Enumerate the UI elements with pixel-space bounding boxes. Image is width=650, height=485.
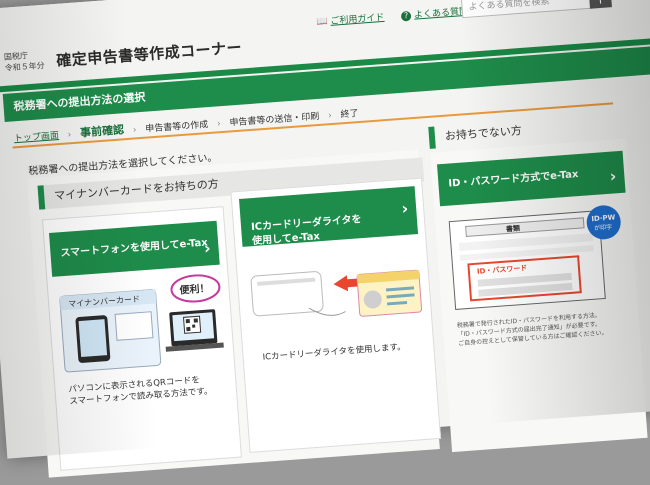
chevron-right-icon: › bbox=[216, 119, 222, 130]
search-input[interactable]: よくある質問を検索 bbox=[460, 0, 595, 19]
icreader-illustration bbox=[250, 269, 423, 317]
breadcrumb-home[interactable]: トップ画面 bbox=[14, 131, 60, 144]
chevron-right-icon: › bbox=[327, 110, 333, 122]
book-icon: 📖 bbox=[315, 17, 328, 28]
search-button[interactable]: ⚲ bbox=[588, 0, 612, 9]
header-links: 📖 ご利用ガイド ? よくある質問 bbox=[316, 3, 483, 28]
agency-label: 国税庁 令和５年分 bbox=[4, 49, 46, 74]
search-icon: ⚲ bbox=[595, 0, 605, 5]
page: 国税庁 令和５年分 確定申告書等作成コーナー 📖 ご利用ガイド ? よくある質問 よ… bbox=[0, 0, 650, 478]
svg-text:が印字: が印字 bbox=[594, 223, 613, 232]
faq-link-label: よくある質問 bbox=[413, 6, 469, 21]
chevron-right-icon: › bbox=[400, 198, 409, 219]
breadcrumb-current: 事前確認 bbox=[79, 123, 125, 140]
question-icon: ? bbox=[400, 10, 412, 22]
breadcrumb-step-end: 終了 bbox=[340, 109, 359, 121]
chevron-right-icon: › bbox=[203, 238, 212, 258]
screen: 国税庁 令和５年分 確定申告書等作成コーナー 📖 ご利用ガイド ? よくある質問 よ… bbox=[0, 0, 650, 478]
faq-link[interactable]: ? よくある質問 bbox=[400, 6, 469, 22]
guide-link-label: ご利用ガイド bbox=[330, 12, 385, 27]
notice-doc-title: 書類 bbox=[506, 223, 522, 233]
tax-year: 令和５年分 bbox=[4, 60, 46, 73]
smartphone-illustration: マイナンバーカード 便利！ bbox=[59, 274, 224, 373]
chevron-right-icon: › bbox=[609, 166, 618, 186]
chevron-right-icon: › bbox=[132, 125, 137, 136]
chevron-right-icon: › bbox=[67, 130, 72, 141]
smartphone-etax-label: スマートフォンを使用してe-Tax bbox=[60, 237, 209, 260]
guide-link[interactable]: 📖 ご利用ガイド bbox=[316, 13, 388, 28]
page-title: 確定申告書等作成コーナー bbox=[55, 38, 243, 70]
id-notice-illustration: 書類 ID・パスワード ID·PW が印字 bbox=[448, 205, 621, 310]
id-password-etax-label: ID・パスワード方式でe-Tax bbox=[448, 169, 579, 190]
